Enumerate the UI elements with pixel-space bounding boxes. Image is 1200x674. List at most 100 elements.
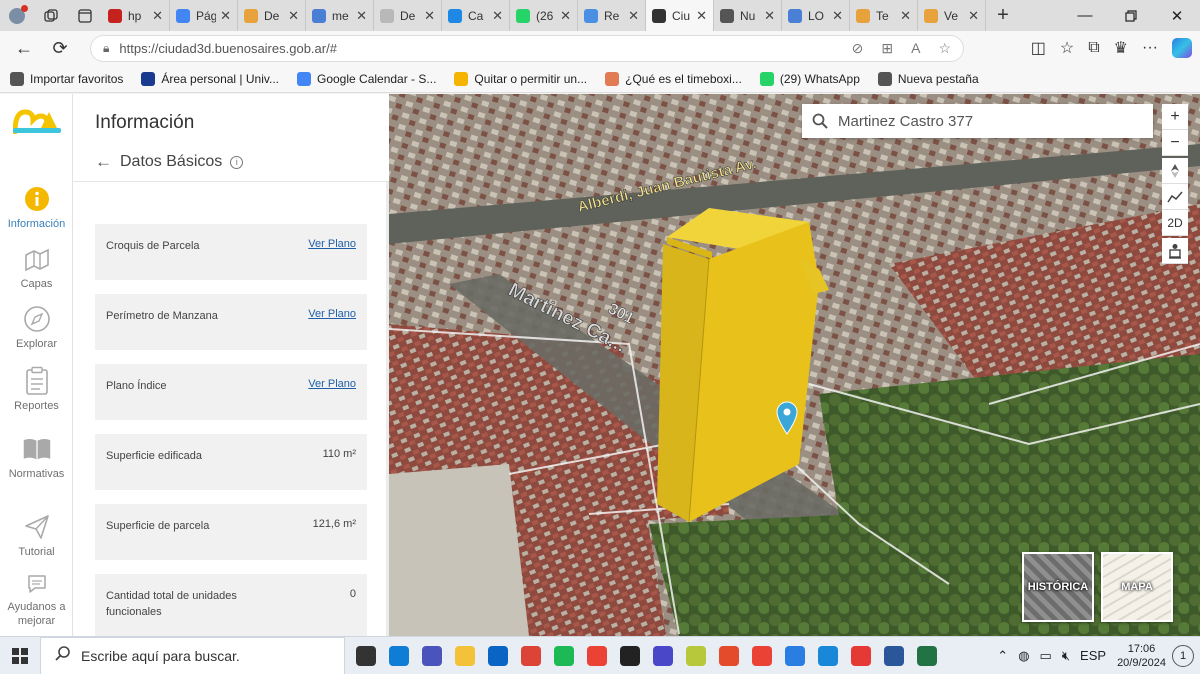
- word-taskbar-icon[interactable]: [877, 637, 910, 674]
- notes-taskbar-icon[interactable]: [778, 637, 811, 674]
- browser-tab[interactable]: LO ✕: [782, 0, 850, 31]
- clock[interactable]: 17:06 20/9/2024: [1117, 642, 1166, 670]
- brave-taskbar-icon[interactable]: [712, 637, 745, 674]
- browser-tab[interactable]: (26 ✕: [510, 0, 578, 31]
- tab-close-icon[interactable]: ✕: [628, 8, 639, 24]
- close-button[interactable]: ✕: [1154, 0, 1200, 31]
- favorite-link[interactable]: Área personal | Univ...: [141, 71, 279, 86]
- ver-plano-link[interactable]: Ver Plano: [308, 378, 356, 390]
- basemap-toggle[interactable]: MAPA: [1101, 552, 1173, 622]
- volume-muted-icon[interactable]: 🔇︎: [1057, 648, 1075, 664]
- file-explorer-taskbar-icon[interactable]: [448, 637, 481, 674]
- workspaces-icon[interactable]: [34, 0, 68, 31]
- browser-tab[interactable]: hp ✕: [102, 0, 170, 31]
- compass-north-button[interactable]: [1162, 158, 1188, 184]
- info-tooltip-icon[interactable]: i: [230, 155, 244, 169]
- copilot-icon[interactable]: [1172, 38, 1192, 58]
- gmail-taskbar-icon[interactable]: [580, 637, 613, 674]
- edge-taskbar-icon[interactable]: [382, 637, 415, 674]
- anydesk-taskbar-icon[interactable]: [844, 637, 877, 674]
- historic-map-toggle[interactable]: HISTÓRICA: [1022, 552, 1094, 622]
- browser-tab[interactable]: Re ✕: [578, 0, 646, 31]
- browser-tab[interactable]: Pág ✕: [170, 0, 238, 31]
- tab-close-icon[interactable]: ✕: [424, 8, 435, 24]
- tab-close-icon[interactable]: ✕: [356, 8, 367, 24]
- tab-close-icon[interactable]: ✕: [152, 8, 163, 24]
- favorite-link[interactable]: Importar favoritos: [10, 71, 123, 86]
- tab-close-icon[interactable]: ✕: [220, 8, 231, 24]
- task-view-taskbar-icon[interactable]: [349, 637, 382, 674]
- gmail-2-taskbar-icon[interactable]: [745, 637, 778, 674]
- tracking-icon[interactable]: ⊘: [852, 40, 864, 57]
- rail-item-tutorial[interactable]: Tutorial: [0, 512, 73, 558]
- chevron-up-icon[interactable]: ⌃: [992, 648, 1013, 664]
- tab-close-icon[interactable]: ✕: [832, 8, 843, 24]
- browser-tab[interactable]: Ciu ✕: [646, 0, 714, 31]
- url-field[interactable]: 🔒︎ https://ciudad3d.buenosaires.gob.ar/#…: [90, 35, 964, 62]
- browser-tab[interactable]: Nu ✕: [714, 0, 782, 31]
- minimize-button[interactable]: —: [1062, 0, 1108, 31]
- profile-button[interactable]: [0, 0, 34, 31]
- browser-tab[interactable]: Ca ✕: [442, 0, 510, 31]
- browser-tab[interactable]: Ve ✕: [918, 0, 986, 31]
- network-icon[interactable]: ◍: [1013, 648, 1034, 664]
- tab-close-icon[interactable]: ✕: [492, 8, 503, 24]
- browser-tab[interactable]: Te ✕: [850, 0, 918, 31]
- split-screen-icon[interactable]: ◫: [1031, 38, 1046, 58]
- more-menu-icon[interactable]: ···: [1142, 39, 1158, 57]
- favorite-link[interactable]: Google Calendar - S...: [297, 71, 436, 86]
- favorite-star-icon[interactable]: ☆: [938, 40, 951, 57]
- spotify-taskbar-icon[interactable]: [547, 637, 580, 674]
- notifications-button[interactable]: 1: [1172, 644, 1194, 667]
- chrome-taskbar-icon[interactable]: [514, 637, 547, 674]
- rail-item-ayudanos[interactable]: Ayudanos a mejorar: [0, 572, 73, 628]
- favorite-link[interactable]: Quitar o permitir un...: [454, 71, 587, 86]
- rail-item-informacion[interactable]: Información: [0, 184, 73, 230]
- rail-item-reportes[interactable]: Reportes: [0, 366, 73, 412]
- refresh-button[interactable]: ⟳: [42, 31, 78, 65]
- language-indicator[interactable]: ESP: [1075, 648, 1111, 663]
- read-aloud-icon[interactable]: A: [911, 40, 920, 57]
- battery-icon[interactable]: ▭: [1035, 648, 1057, 664]
- tilt-icon[interactable]: [1162, 184, 1188, 210]
- zoom-out-button[interactable]: −: [1162, 130, 1188, 156]
- new-tab-button[interactable]: +: [986, 0, 1020, 31]
- map-search-input[interactable]: Martinez Castro 377: [802, 104, 1153, 138]
- map-3d-view[interactable]: Alberdi, Juan Bautista Av. Martinez Ca..…: [389, 94, 1200, 636]
- browser-tab[interactable]: De ✕: [238, 0, 306, 31]
- start-button[interactable]: [0, 637, 40, 674]
- favorite-link[interactable]: ¿Qué es el timeboxi...: [605, 71, 742, 86]
- tab-close-icon[interactable]: ✕: [560, 8, 571, 24]
- rail-item-capas[interactable]: Capas: [0, 244, 73, 290]
- excel-taskbar-icon[interactable]: [910, 637, 943, 674]
- apps-icon[interactable]: ⊞: [881, 40, 893, 57]
- tab-close-icon[interactable]: ✕: [764, 8, 775, 24]
- browser-tab[interactable]: De ✕: [374, 0, 442, 31]
- favorite-link[interactable]: (29) WhatsApp: [759, 71, 860, 86]
- tips-taskbar-icon[interactable]: [811, 637, 844, 674]
- favorite-link[interactable]: Nueva pestaña: [877, 71, 979, 86]
- tab-close-icon[interactable]: ✕: [288, 8, 299, 24]
- outlook-taskbar-icon[interactable]: [481, 637, 514, 674]
- tab-close-icon[interactable]: ✕: [968, 8, 979, 24]
- rail-item-explorar[interactable]: Explorar: [0, 304, 73, 350]
- tab-actions-icon[interactable]: [68, 0, 102, 31]
- back-arrow-icon[interactable]: ←: [95, 152, 112, 172]
- browser-tab[interactable]: me ✕: [306, 0, 374, 31]
- ver-plano-link[interactable]: Ver Plano: [308, 238, 356, 250]
- tab-close-icon[interactable]: ✕: [900, 8, 911, 24]
- shield-app-taskbar-icon[interactable]: [646, 637, 679, 674]
- rail-item-normativas[interactable]: Normativas: [0, 434, 73, 480]
- back-button[interactable]: ←: [6, 31, 42, 65]
- teams-taskbar-icon[interactable]: [415, 637, 448, 674]
- tab-close-icon[interactable]: ✕: [696, 8, 707, 24]
- favorites-icon[interactable]: ☆: [1060, 38, 1074, 58]
- taskbar-search-input[interactable]: Escribe aquí para buscar.: [40, 636, 345, 674]
- restore-button[interactable]: [1108, 0, 1154, 31]
- game-taskbar-icon[interactable]: [679, 637, 712, 674]
- ver-plano-link[interactable]: Ver Plano: [308, 308, 356, 320]
- collections-icon[interactable]: ⧉: [1088, 39, 1099, 57]
- media-player-taskbar-icon[interactable]: [613, 637, 646, 674]
- street-view-icon[interactable]: [1162, 238, 1188, 264]
- zoom-in-button[interactable]: +: [1162, 104, 1188, 130]
